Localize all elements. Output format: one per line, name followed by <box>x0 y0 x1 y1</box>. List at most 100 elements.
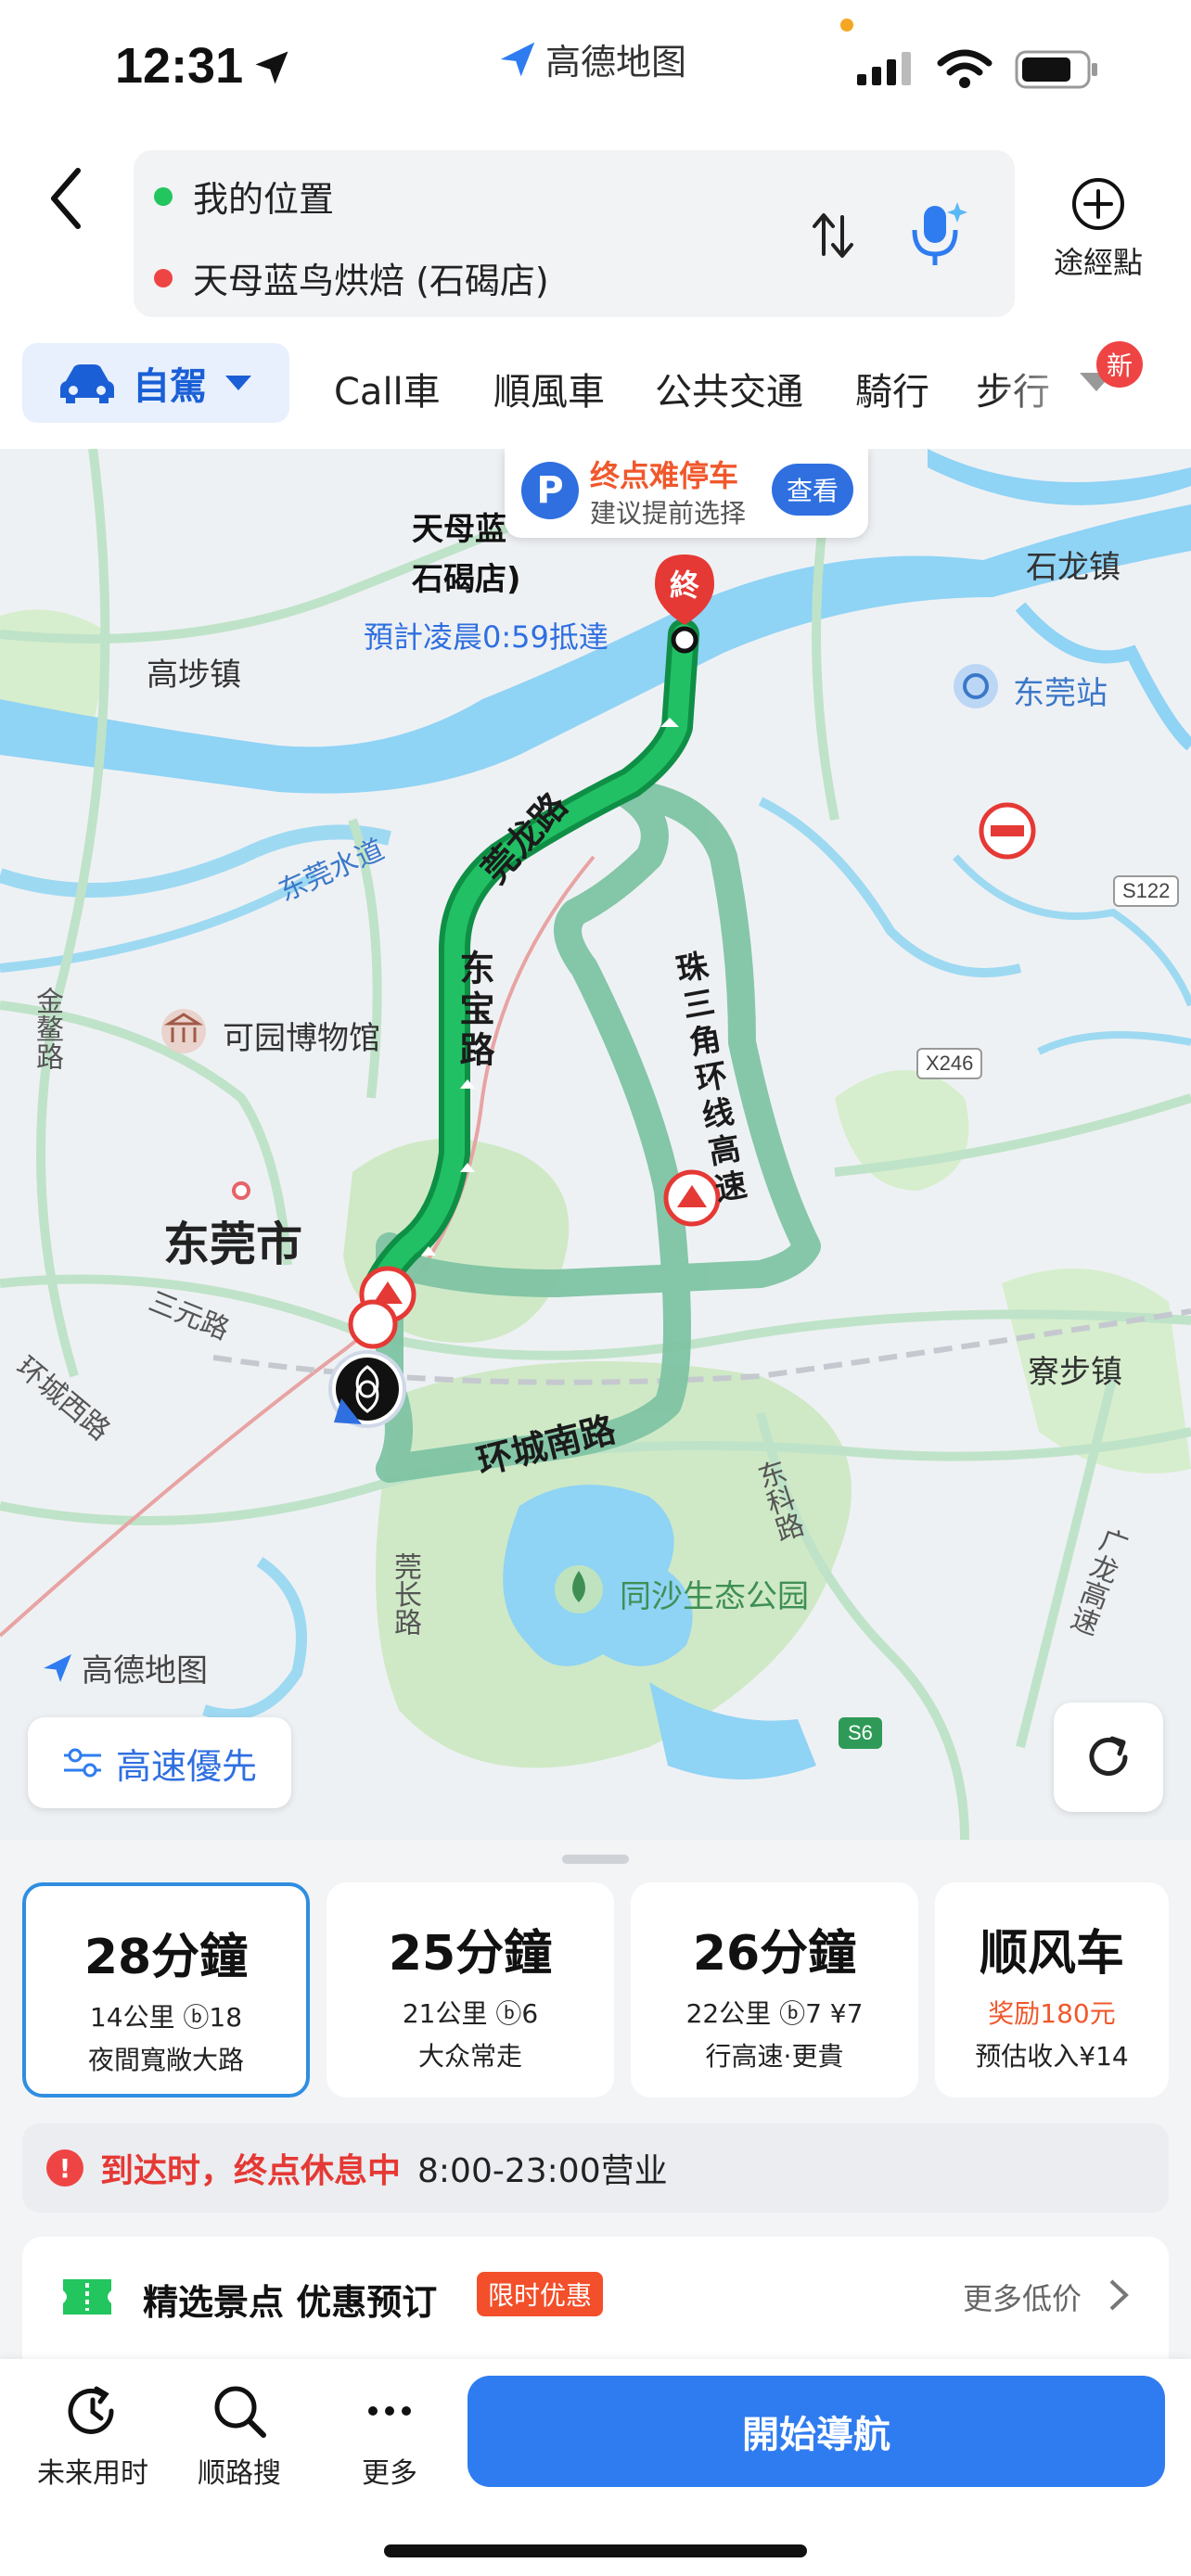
origin-field[interactable]: 我的位置 <box>154 171 334 222</box>
route-header: 我的位置 天母蓝鸟烘焙 (石碣店) 途經點 <box>0 139 1191 334</box>
amap-logo-icon <box>500 42 535 76</box>
label-liaobu: 寮步镇 <box>1028 1354 1122 1391</box>
carpool-title: 顺风车 <box>979 1926 1124 1982</box>
refresh-button[interactable] <box>1054 1702 1163 1812</box>
road-label-dongbao: 东宝路 <box>454 950 494 1072</box>
route-input-box: 我的位置 天母蓝鸟烘焙 (石碣店) <box>134 150 1015 317</box>
future-time-button[interactable]: 未来用时 <box>28 2381 158 2491</box>
destination-map-label: 天母蓝 石碣店) <box>412 504 521 605</box>
business-hours: 8:00-23:00营业 <box>417 2152 668 2190</box>
destination-pin-icon[interactable]: 終 <box>649 551 720 655</box>
destination-dot-icon <box>154 268 173 287</box>
promo-banner[interactable]: 精选景点 优惠预订 限时优惠 更多低价 <box>22 2237 1169 2359</box>
eta-label: 預計凌晨0:59抵達 <box>364 619 608 655</box>
origin-dot-icon <box>154 186 173 206</box>
search-icon <box>214 2386 266 2438</box>
carpool-option[interactable]: 顺风车 奖励180元 预估收入¥14 <box>935 1882 1169 2098</box>
business-hours-notice: ! 到达时，终点休息中 8:00-23:00营业 <box>22 2123 1169 2213</box>
origin-text: 我的位置 <box>193 179 335 220</box>
route-option-3[interactable]: 26分鐘 22公里 ⓑ7 ¥7 行高速·更貴 <box>631 1882 918 2098</box>
status-bar: 12:31 高德地图 <box>0 0 1191 139</box>
tab-call-car[interactable]: Call車 <box>334 362 441 415</box>
status-time: 12:31 <box>115 38 244 94</box>
label-guanchang-road: 莞长路 <box>389 1552 421 1636</box>
highway-preference-label: 高速優先 <box>115 1745 257 1787</box>
parking-notice-subtitle: 建议提前选择 <box>590 498 747 529</box>
alert-icon: ! <box>46 2149 83 2187</box>
battery-icon <box>1015 50 1097 89</box>
wifi-icon <box>937 49 992 88</box>
location-arrow-icon <box>255 51 288 84</box>
more-button[interactable]: 更多 <box>325 2381 455 2491</box>
tab-drive[interactable]: 自駕 <box>22 343 289 423</box>
app-badge: 高德地图 <box>497 33 686 84</box>
voice-icon[interactable] <box>903 197 968 271</box>
label-keyuan-museum: 可园博物馆 <box>223 1020 380 1057</box>
back-icon[interactable] <box>33 161 98 236</box>
route-info: 14公里 ⓑ18 <box>89 2002 243 2033</box>
swap-icon[interactable] <box>807 208 859 263</box>
add-waypoint-button[interactable]: 途經點 <box>1043 176 1154 282</box>
route-desc: 夜間寬敞大路 <box>87 2045 244 2075</box>
label-gaobu: 高埗镇 <box>147 657 241 694</box>
parking-icon: P <box>521 462 579 519</box>
shield-s6: S6 <box>839 1717 882 1749</box>
more-label: 更多 <box>362 2457 417 2490</box>
route-option-1[interactable]: 28分鐘 14公里 ⓑ18 夜間寬敞大路 <box>22 1882 310 2098</box>
route-time: 28分鐘 <box>83 1930 249 1985</box>
parking-view-button[interactable]: 查看 <box>772 464 853 516</box>
label-tongsha-park: 同沙生态公园 <box>620 1578 809 1615</box>
route-desc: 行高速·更貴 <box>705 2041 844 2072</box>
map-watermark: 高德地图 <box>41 1645 208 1690</box>
tab-drive-label: 自駕 <box>133 365 207 408</box>
destination-text: 天母蓝鸟烘焙 (石碣店) <box>193 261 549 301</box>
promo-title: 精选景点 优惠预订 <box>143 2282 438 2323</box>
map-view[interactable]: P 终点难停车 建议提前选择 查看 天母蓝 石碣店) 預計凌晨0:59抵達 終 … <box>0 449 1191 1840</box>
promo-more[interactable]: 更多低价 <box>963 2276 1082 2318</box>
home-indicator[interactable] <box>384 2544 807 2557</box>
start-navigation-button[interactable]: 開始導航 <box>467 2376 1165 2487</box>
parking-notice-title: 终点难停车 <box>590 458 739 493</box>
route-time: 25分鐘 <box>388 1926 553 1982</box>
amap-watermark-icon <box>44 1653 71 1682</box>
destination-map-label-line1: 天母蓝 <box>412 511 506 548</box>
along-route-search-button[interactable]: 顺路搜 <box>174 2381 304 2491</box>
sheet-handle[interactable] <box>562 1855 629 1864</box>
tab-public-transit[interactable]: 公共交通 <box>655 362 803 415</box>
route-info: 21公里 ⓑ6 <box>402 1998 539 2029</box>
new-badge: 新 <box>1096 341 1143 388</box>
carpool-income: 预估收入¥14 <box>975 2041 1129 2072</box>
promo-tag: 限时优惠 <box>477 2272 604 2316</box>
label-jinao-road: 金鳌路 <box>31 987 63 1070</box>
closed-warning: 到达时，终点休息中 <box>100 2152 402 2190</box>
car-icon <box>60 364 114 403</box>
privacy-dot <box>840 19 853 32</box>
route-info: 22公里 ⓑ7 ¥7 <box>685 1998 864 2029</box>
filter-sliders-icon <box>63 1748 101 1778</box>
label-dongguan-station: 东莞站 <box>1013 675 1108 712</box>
route-option-2[interactable]: 25分鐘 21公里 ⓑ6 大众常走 <box>327 1882 614 2098</box>
shield-s122: S122 <box>1113 875 1180 907</box>
watermark-text: 高德地图 <box>82 1652 208 1690</box>
along-route-search-label: 顺路搜 <box>198 2457 281 2490</box>
end-pin-text: 終 <box>670 567 699 603</box>
highway-preference-button[interactable]: 高速優先 <box>28 1717 291 1808</box>
label-shilong: 石龙镇 <box>1026 549 1121 586</box>
route-time: 26分鐘 <box>692 1926 857 1982</box>
travel-mode-tabs: 自駕 Call車 順風車 公共交通 騎行 步行 新 <box>0 334 1191 449</box>
tab-carpool[interactable]: 順風車 <box>493 362 605 415</box>
destination-map-label-line2: 石碣店) <box>412 561 521 598</box>
tab-cycling[interactable]: 騎行 <box>855 362 929 415</box>
ticket-icon <box>63 2279 111 2315</box>
clock-icon <box>68 2386 114 2434</box>
bottom-bar: 未来用时 顺路搜 更多 開始導航 <box>0 2359 1191 2576</box>
chevron-down-icon <box>225 376 251 390</box>
route-desc: 大众常走 <box>417 2041 522 2072</box>
waypoint-label: 途經點 <box>1053 245 1143 280</box>
destination-field[interactable]: 天母蓝鸟烘焙 (石碣店) <box>154 252 549 303</box>
shield-x246: X246 <box>916 1048 983 1079</box>
refresh-icon <box>1089 1736 1128 1776</box>
route-sheet: 28分鐘 14公里 ⓑ18 夜間寬敞大路 25分鐘 21公里 ⓑ6 大众常走 2… <box>0 1840 1191 2359</box>
future-time-label: 未来用时 <box>37 2457 148 2490</box>
label-dongguan-city: 东莞市 <box>163 1218 302 1271</box>
